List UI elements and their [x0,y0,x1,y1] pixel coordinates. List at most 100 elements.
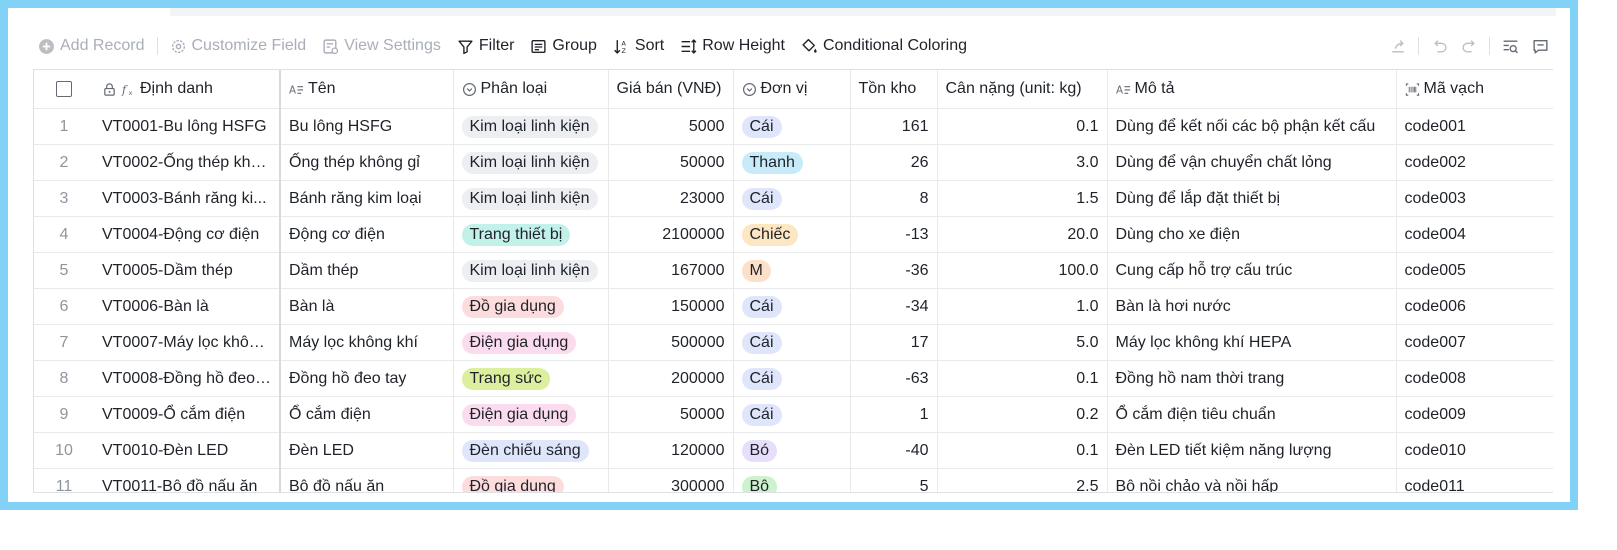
column-header-barcode[interactable]: Mã vạch [1396,70,1553,109]
cell-desc[interactable]: Đèn LED tiết kiệm năng lượng [1107,432,1397,469]
cell-category[interactable]: Điện gia dụng [453,396,609,433]
cell-name[interactable]: Dầm thép [280,252,454,289]
cell-barcode[interactable]: code011 [1396,468,1553,492]
cell-id[interactable]: VT0004-Động cơ điện [94,216,281,253]
cell-name[interactable]: Bu lông HSFG [280,108,454,145]
cell-name[interactable]: Ổ cắm điện [280,396,454,433]
table-row[interactable]: 5 VT0005-Dầm thép Dầm thép Kim loại linh ki… [34,252,1553,289]
cell-unit[interactable]: Cái [733,288,851,325]
comments-button[interactable] [1526,32,1554,60]
cell-weight[interactable]: 2.5 [937,468,1108,492]
row-height-button[interactable]: Row Height [672,30,793,62]
row-number[interactable]: 6 [34,288,94,325]
table-row[interactable]: 10 VT0010-Đèn LED Đèn LED Đèn chiếu sáng 120… [34,432,1553,469]
select-all-checkbox[interactable] [56,80,72,97]
undo-button[interactable] [1425,32,1453,60]
cell-desc[interactable]: Cung cấp hỗ trợ cấu trúc [1107,252,1397,289]
cell-unit[interactable]: Bộ [733,468,851,492]
table-row[interactable]: 1 VT0001-Bu lông HSFG Bu lông HSFG Kim loại… [34,108,1553,145]
sort-button[interactable]: AZ Sort [605,30,672,62]
cell-weight[interactable]: 100.0 [937,252,1108,289]
cell-weight[interactable]: 5.0 [937,324,1108,361]
cell-category[interactable]: Kim loại linh kiện [453,144,609,181]
column-header-stock[interactable]: Tồn kho [850,70,938,109]
cell-barcode[interactable]: code001 [1396,108,1553,145]
cell-stock[interactable]: 5 [850,468,938,492]
cell-id[interactable]: VT0010-Đèn LED [94,432,281,469]
cell-id[interactable]: VT0007-Máy lọc không... [94,324,281,361]
row-number[interactable]: 4 [34,216,94,253]
cell-unit[interactable]: M [733,252,851,289]
cell-price[interactable]: 5000 [608,108,734,145]
cell-name[interactable]: Đồng hồ đeo tay [280,360,454,397]
cell-category[interactable]: Trang thiết bị [453,216,609,253]
group-button[interactable]: Group [522,30,604,62]
cell-stock[interactable]: 26 [850,144,938,181]
cell-category[interactable]: Kim loại linh kiện [453,108,609,145]
cell-barcode[interactable]: code003 [1396,180,1553,217]
table-row[interactable]: 11 VT0011-Bộ đồ nấu ăn Bộ đồ nấu ăn Đồ gia … [34,468,1553,492]
cell-category[interactable]: Kim loại linh kiện [453,180,609,217]
cell-stock[interactable]: 17 [850,324,938,361]
cell-stock[interactable]: -36 [850,252,938,289]
cell-desc[interactable]: Dùng để kết nối các bộ phận kết cấu [1107,108,1397,145]
customize-field-button[interactable]: Customize Field [162,30,315,62]
cell-stock[interactable]: 8 [850,180,938,217]
cell-price[interactable]: 50000 [608,396,734,433]
cell-weight[interactable]: 3.0 [937,144,1108,181]
cell-stock[interactable]: -13 [850,216,938,253]
cell-unit[interactable]: Thanh [733,144,851,181]
cell-stock[interactable]: -40 [850,432,938,469]
cell-category[interactable]: Kim loại linh kiện [453,252,609,289]
cell-desc[interactable]: Ổ cắm điện tiêu chuẩn [1107,396,1397,433]
column-header-name[interactable]: A Tên [280,70,454,109]
cell-id[interactable]: VT0011-Bộ đồ nấu ăn [94,468,281,492]
cell-barcode[interactable]: code006 [1396,288,1553,325]
table-row[interactable]: 6 VT0006-Bàn là Bàn là Đồ gia dụng 150000 Cái… [34,288,1553,325]
table-row[interactable]: 9 VT0009-Ổ cắm điện Ổ cắm điện Điện gia dụn… [34,396,1553,433]
cell-desc[interactable]: Dùng để lắp đặt thiết bị [1107,180,1397,217]
cell-stock[interactable]: -63 [850,360,938,397]
cell-weight[interactable]: 20.0 [937,216,1108,253]
cell-barcode[interactable]: code010 [1396,432,1553,469]
add-record-button[interactable]: Add Record [30,30,153,62]
cell-weight[interactable]: 1.5 [937,180,1108,217]
cell-price[interactable]: 200000 [608,360,734,397]
column-header-unit[interactable]: Đơn vị [733,70,851,109]
cell-category[interactable]: Đèn chiếu sáng [453,432,609,469]
cell-desc[interactable]: Máy lọc không khí HEPA [1107,324,1397,361]
cell-unit[interactable]: Cái [733,180,851,217]
cell-id[interactable]: VT0008-Đồng hồ đeo ... [94,360,281,397]
cell-unit[interactable]: Cái [733,324,851,361]
cell-id[interactable]: VT0009-Ổ cắm điện [94,396,281,433]
cell-id[interactable]: VT0005-Dầm thép [94,252,281,289]
conditional-coloring-button[interactable]: Conditional Coloring [793,30,975,62]
cell-unit[interactable]: Bó [733,432,851,469]
cell-barcode[interactable]: code007 [1396,324,1553,361]
cell-unit[interactable]: Cái [733,108,851,145]
column-header-id[interactable]: fx Định danh [94,70,281,109]
cell-id[interactable]: VT0006-Bàn là [94,288,281,325]
cell-price[interactable]: 120000 [608,432,734,469]
cell-name[interactable]: Máy lọc không khí [280,324,454,361]
table-row[interactable]: 8 VT0008-Đồng hồ đeo ... Đồng hồ đeo tay Tr… [34,360,1553,397]
cell-price[interactable]: 50000 [608,144,734,181]
column-header-price[interactable]: Giá bán (VNĐ) [608,70,734,109]
cell-price[interactable]: 2100000 [608,216,734,253]
cell-barcode[interactable]: code002 [1396,144,1553,181]
cell-weight[interactable]: 0.1 [937,432,1108,469]
cell-price[interactable]: 500000 [608,324,734,361]
cell-id[interactable]: VT0002-Ống thép khô... [94,144,281,181]
row-number[interactable]: 1 [34,108,94,145]
cell-name[interactable]: Động cơ điện [280,216,454,253]
cell-barcode[interactable]: code008 [1396,360,1553,397]
row-number[interactable]: 7 [34,324,94,361]
redo-button[interactable] [1455,32,1483,60]
cell-stock[interactable]: 1 [850,396,938,433]
cell-price[interactable]: 300000 [608,468,734,492]
cell-stock[interactable]: -34 [850,288,938,325]
table-row[interactable]: 3 VT0003-Bánh răng ki... Bánh răng kim loạ… [34,180,1553,217]
row-number[interactable]: 11 [34,468,94,492]
filter-button[interactable]: Filter [449,30,523,62]
cell-price[interactable]: 23000 [608,180,734,217]
